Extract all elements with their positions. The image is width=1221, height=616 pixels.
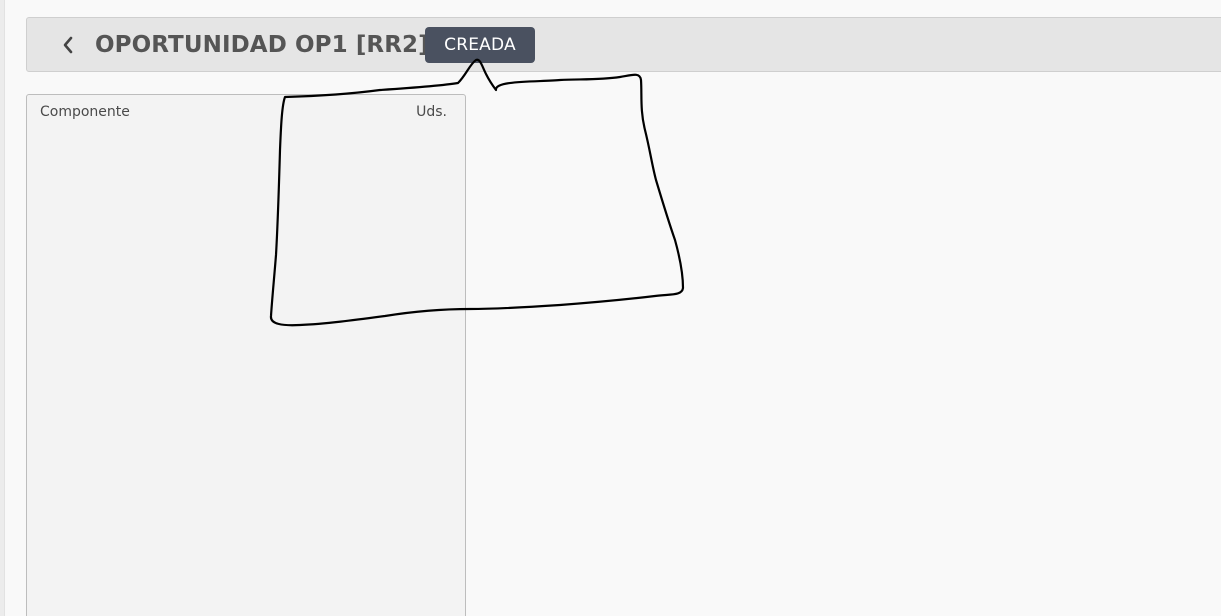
chevron-left-icon bbox=[62, 36, 74, 54]
opportunity-header: OPORTUNIDAD OP1 [RR2] CREADA bbox=[26, 17, 1221, 72]
page-title: OPORTUNIDAD OP1 [RR2] bbox=[95, 32, 429, 58]
left-edge-strip bbox=[0, 0, 5, 616]
column-header-units[interactable]: Uds. bbox=[416, 104, 447, 120]
components-panel: Componente Uds. bbox=[26, 94, 466, 616]
components-table-header: Componente Uds. bbox=[27, 95, 465, 129]
back-button[interactable] bbox=[57, 32, 79, 58]
status-badge: CREADA bbox=[425, 27, 535, 63]
column-header-component[interactable]: Componente bbox=[40, 104, 130, 120]
